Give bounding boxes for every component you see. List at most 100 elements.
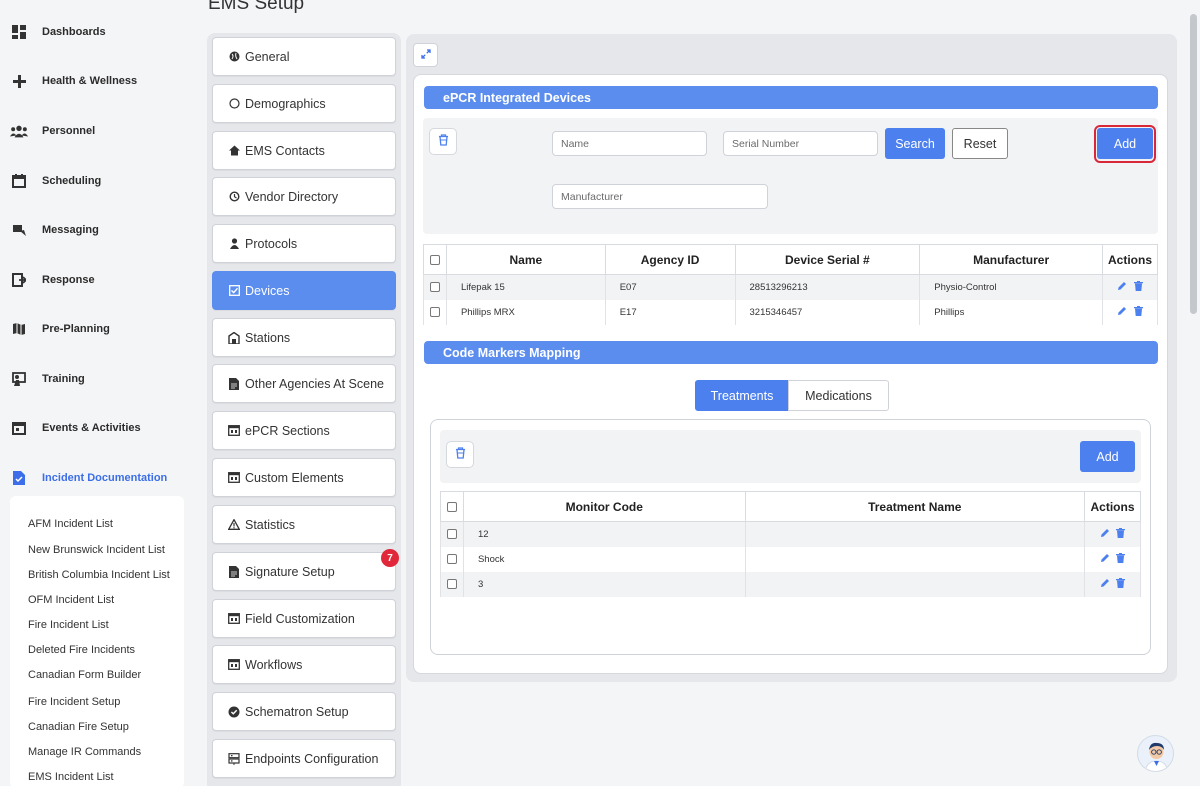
nav-item-personnel[interactable]: Personnel [10, 119, 95, 143]
edit-icon[interactable] [1100, 553, 1110, 566]
expand-button[interactable] [413, 43, 438, 67]
sub-item-afm-incident-list[interactable]: AFM Incident List [28, 518, 113, 530]
row-checkbox[interactable] [423, 299, 447, 325]
column-header[interactable]: Manufacturer [919, 244, 1103, 275]
nav-label: Training [42, 373, 85, 385]
badge-check-icon [228, 706, 240, 718]
nav-item-scheduling[interactable]: Scheduling [10, 169, 101, 193]
nav-label: Pre-Planning [42, 323, 110, 335]
row-actions [1083, 571, 1142, 597]
sub-item-fire-incident-list[interactable]: Fire Incident List [28, 619, 109, 631]
column-header[interactable]: Monitor Code [462, 491, 746, 522]
row-checkbox[interactable] [440, 571, 464, 597]
trash-icon[interactable] [1116, 552, 1126, 566]
menu-general[interactable]: General [212, 37, 396, 76]
menu-ems-contacts[interactable]: EMS Contacts [212, 131, 396, 170]
row-checkbox[interactable] [440, 546, 464, 572]
menu-stations[interactable]: Stations [212, 318, 396, 357]
nav-item-pre-planning[interactable]: Pre-Planning [10, 317, 110, 341]
column-header[interactable]: Agency ID [604, 244, 736, 275]
menu-statistics[interactable]: Statistics [212, 505, 396, 544]
treatments-add-button[interactable]: Add [1080, 441, 1135, 472]
row-actions [1083, 521, 1142, 547]
menu-vendor-directory[interactable]: Vendor Directory [212, 177, 396, 216]
nav-label: Events & Activities [42, 422, 141, 434]
column-header[interactable]: Device Serial # [734, 244, 921, 275]
edit-icon[interactable] [1100, 528, 1110, 541]
row-checkbox[interactable] [440, 521, 464, 547]
trash-icon[interactable] [1133, 280, 1143, 294]
agency-id: E17 [604, 299, 736, 325]
page-scrollbar-thumb[interactable] [1190, 14, 1197, 314]
nav-item-training[interactable]: Training [10, 367, 85, 391]
assistant-avatar-button[interactable] [1137, 735, 1174, 772]
nav-label: Response [42, 274, 95, 286]
nav-label: Personnel [42, 125, 96, 137]
select-all-checkbox[interactable] [440, 491, 464, 522]
nav-item-response[interactable]: Response [10, 268, 95, 292]
table-row: Lifepak 15 E07 28513296213 Physio-Contro… [423, 274, 1159, 300]
column-header[interactable]: Name [445, 244, 606, 275]
edit-icon[interactable] [1117, 306, 1127, 319]
menu-signature-setup[interactable]: Signature Setup [212, 552, 396, 591]
map-icon [10, 320, 28, 338]
menu-workflows[interactable]: Workflows [212, 645, 396, 684]
sub-item-fire-incident-setup[interactable]: Fire Incident Setup [28, 696, 120, 708]
devices-search-button[interactable]: Search [885, 128, 945, 159]
menu-schematron-setup[interactable]: Schematron Setup [212, 692, 396, 731]
user-icon [228, 238, 240, 250]
treatment-name [744, 546, 1085, 572]
trash-icon[interactable] [1116, 577, 1126, 591]
menu-endpoints-configuration[interactable]: Endpoints Configuration [212, 739, 396, 778]
sub-item-ems-incident-list[interactable]: EMS Incident List [28, 771, 114, 783]
nav-item-events-activities[interactable]: Events & Activities [10, 416, 141, 440]
tab-medications[interactable]: Medications [788, 380, 889, 411]
menu-label: Vendor Directory [245, 189, 339, 204]
home-icon [228, 145, 240, 157]
table-row: Shock [440, 546, 1142, 572]
menu-epcr-sections[interactable]: ePCR Sections [212, 411, 396, 450]
sub-item-new-brunswick-incident-list[interactable]: New Brunswick Incident List [28, 544, 165, 556]
row-actions [1101, 274, 1159, 300]
treatment-name [744, 571, 1085, 597]
trash-icon[interactable] [1116, 527, 1126, 541]
trash-icon[interactable] [1133, 305, 1143, 319]
menu-field-customization[interactable]: Field Customization [212, 599, 396, 638]
column-header[interactable]: Treatment Name [744, 491, 1085, 522]
sub-item-deleted-fire-incidents[interactable]: Deleted Fire Incidents [28, 644, 135, 656]
device-name-input[interactable] [552, 131, 707, 156]
menu-demographics[interactable]: Demographics [212, 84, 396, 123]
people-icon [10, 122, 28, 140]
menu-devices[interactable]: Devices [212, 271, 396, 310]
sub-item-canadian-fire-setup[interactable]: Canadian Fire Setup [28, 721, 129, 733]
menu-protocols[interactable]: Protocols [212, 224, 396, 263]
edit-icon[interactable] [1100, 578, 1110, 591]
edit-icon[interactable] [1117, 281, 1127, 294]
nav-item-dashboards[interactable]: Dashboards [10, 20, 106, 44]
tab-treatments[interactable]: Treatments [695, 380, 789, 411]
devices-reset-button[interactable]: Reset [952, 128, 1008, 159]
menu-custom-elements[interactable]: Custom Elements [212, 458, 396, 497]
row-checkbox[interactable] [423, 274, 447, 300]
device-manufacturer-input[interactable] [552, 184, 768, 209]
nav-item-incident-documentation[interactable]: Incident Documentation [10, 466, 167, 490]
device-name: Phillips MRX [445, 299, 606, 325]
sub-item-canadian-form-builder[interactable]: Canadian Form Builder [28, 669, 141, 681]
sub-item-ofm-incident-list[interactable]: OFM Incident List [28, 594, 114, 606]
expand-icon [420, 48, 431, 62]
device-serial-input[interactable] [723, 131, 878, 156]
devices-delete-button[interactable] [429, 128, 457, 155]
sub-item-manage-ir-commands[interactable]: Manage IR Commands [28, 746, 141, 758]
menu-label: Signature Setup [245, 564, 335, 579]
treatments-delete-button[interactable] [446, 441, 474, 468]
sub-item-british-columbia-incident-list[interactable]: British Columbia Incident List [28, 569, 170, 581]
nav-item-health-wellness[interactable]: Health & Wellness [10, 69, 137, 93]
menu-other-agencies-at-scene[interactable]: Other Agencies At Scene [212, 364, 396, 403]
devices-add-button[interactable]: Add [1097, 128, 1153, 159]
menu-label: EMS Contacts [245, 143, 325, 158]
incident-documentation-submenu: AFM Incident List New Brunswick Incident… [10, 496, 184, 786]
menu-label: Other Agencies At Scene [245, 376, 384, 391]
select-all-checkbox[interactable] [423, 244, 447, 275]
devices-table: Name Agency ID Device Serial # Manufactu… [423, 244, 1159, 325]
nav-item-messaging[interactable]: Messaging [10, 218, 99, 242]
